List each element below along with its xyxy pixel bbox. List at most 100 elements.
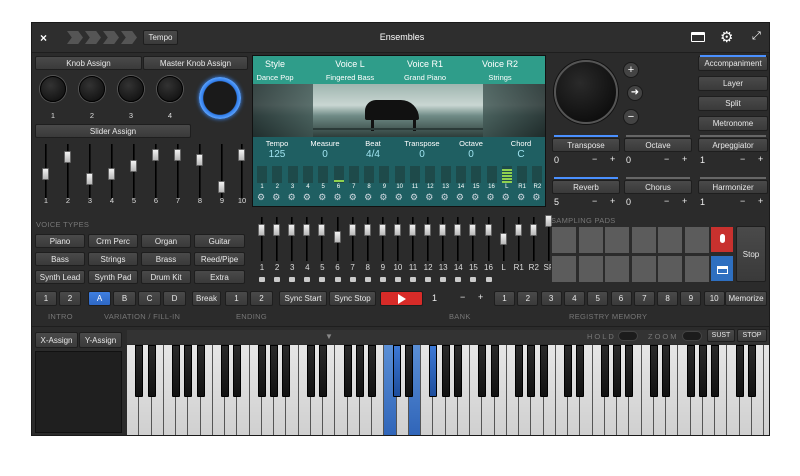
channel-gear-icon[interactable]: ⚙ [456,192,464,203]
lock-icon[interactable] [289,277,296,282]
voice-type-button[interactable]: Synth Lead [35,270,85,284]
tempo-button[interactable]: Tempo [143,30,178,45]
lock-icon[interactable] [379,277,386,282]
plus-button[interactable]: + [478,292,483,302]
mixer-thumb[interactable] [363,224,371,236]
plus-button[interactable]: + [610,154,615,164]
effect-button[interactable]: Transpose [552,138,620,152]
slider-thumb[interactable] [152,149,159,161]
mixer-thumb[interactable] [303,224,311,236]
channel-gear-icon[interactable]: ⚙ [257,192,265,203]
master-knob[interactable] [199,77,241,119]
black-key[interactable] [515,345,523,397]
mode-button[interactable]: Metronome [698,116,768,131]
mixer-thumb[interactable] [273,224,281,236]
channel-gear-icon[interactable]: ⚙ [288,192,296,203]
sampling-pad[interactable] [577,255,604,283]
black-key[interactable] [698,345,707,397]
sampling-pad[interactable] [551,226,577,254]
hold-toggle[interactable] [618,331,638,341]
xy-touch-pad[interactable] [35,351,122,433]
stop-small-button[interactable]: STOP [737,329,767,342]
plus-button[interactable]: + [758,196,763,206]
sampling-pad[interactable] [551,255,577,283]
effect-spinner[interactable]: 5 − + [554,196,622,209]
black-key[interactable] [257,345,266,397]
dial-wheel[interactable] [554,60,618,124]
plus-button[interactable]: + [758,154,763,164]
lock-icon[interactable] [334,277,341,282]
mic-record-button[interactable] [710,226,734,253]
voice-type-button[interactable]: Reed/Pipe [194,252,245,266]
minus-button[interactable]: − [664,154,669,164]
black-key[interactable] [478,345,487,397]
lock-icon[interactable] [304,277,311,282]
variation-button[interactable]: B [113,291,136,306]
effect-button[interactable]: Reverb [552,180,620,194]
black-key[interactable] [490,345,499,397]
slider-assign-button[interactable]: Slider Assign [35,124,191,138]
voice-type-button[interactable]: Crm Perc [88,234,138,248]
mode-button[interactable]: Layer [698,76,768,91]
folder-icon[interactable] [691,32,705,42]
channel-gear-icon[interactable]: ⚙ [441,192,449,203]
mixer-thumb[interactable] [318,224,326,236]
mixer-thumb[interactable] [348,224,356,236]
black-key[interactable] [564,345,572,397]
black-key[interactable] [441,345,450,397]
black-key[interactable] [270,345,278,397]
mixer-thumb[interactable] [378,224,386,236]
mixer-thumb[interactable] [499,233,507,245]
plus-button[interactable]: + [682,154,687,164]
display-header-value[interactable]: Grand Piano [388,73,462,82]
voice-type-button[interactable]: Organ [141,234,191,248]
slider-thumb[interactable] [196,154,203,166]
effect-button[interactable]: Harmonizer [698,180,768,194]
lock-icon[interactable] [440,277,447,282]
slider-thumb[interactable] [42,168,49,180]
black-key[interactable] [319,345,327,397]
minus-button[interactable]: − [740,154,745,164]
black-key[interactable] [711,345,719,397]
minus-button[interactable]: − [592,154,597,164]
black-key[interactable] [147,345,156,397]
minus-button[interactable]: − [664,196,669,206]
registry-button[interactable]: 3 [540,291,562,306]
sampling-pad[interactable] [577,226,604,254]
lock-icon[interactable] [470,277,477,282]
minus-circle-button[interactable]: − [623,109,639,125]
slider-track[interactable] [199,144,201,198]
slider-thumb[interactable] [86,173,93,185]
mixer-thumb[interactable] [514,224,522,236]
lock-icon[interactable] [349,277,356,282]
pads-stop-button[interactable]: Stop [736,226,766,282]
sampling-pad[interactable] [683,255,710,283]
variation-button[interactable]: C [138,291,161,306]
effect-button[interactable]: Chorus [624,180,692,194]
channel-gear-icon[interactable]: ⚙ [487,192,495,203]
mode-button[interactable]: Split [698,96,768,111]
lock-icon[interactable] [274,277,281,282]
lock-icon[interactable] [485,277,492,282]
intro-button[interactable]: 2 [59,291,81,306]
plus-button[interactable]: + [610,196,615,206]
channel-gear-icon[interactable]: ⚙ [395,192,403,203]
black-key[interactable] [527,345,536,397]
black-key[interactable] [600,345,609,397]
close-icon[interactable]: × [40,31,47,45]
voice-type-button[interactable]: Brass [141,252,191,266]
registry-button[interactable]: 9 [680,291,702,306]
black-key[interactable] [735,345,744,397]
display-header-label[interactable]: Voice L [318,59,382,69]
intro-button[interactable]: 1 [35,291,57,306]
effect-button[interactable]: Arpeggiator [698,138,768,152]
sampling-pad[interactable] [657,226,683,254]
ending-button[interactable]: 1 [225,291,248,306]
memorize-button[interactable]: Memorize [725,291,767,306]
variation-button[interactable]: D [163,291,186,306]
display-header-value[interactable]: Strings [463,73,537,82]
y-assign-button[interactable]: Y-Assign [79,332,122,348]
voice-type-button[interactable]: Piano [35,234,85,248]
lock-icon[interactable] [259,277,265,282]
black-key[interactable] [184,345,193,397]
